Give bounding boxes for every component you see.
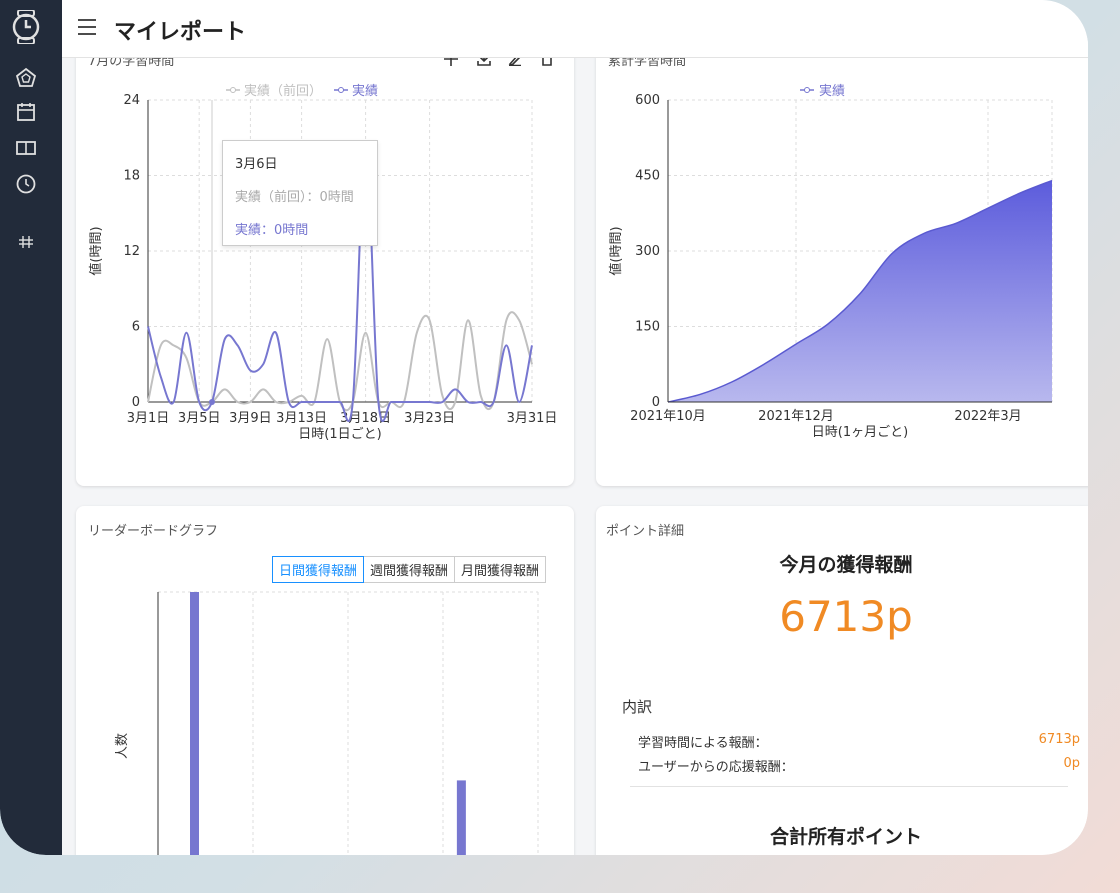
leaderboard-bar-chart: 人数 <box>115 591 539 855</box>
x-tick-label: 2021年12月 <box>758 409 834 424</box>
x-tick-label: 3月13日 <box>276 411 327 426</box>
app-bar: マイレポート <box>62 0 1088 58</box>
monthly-reward-amount: 6713p <box>779 592 913 641</box>
points-detail-card: ポイント詳細 今月の獲得報酬 6713p 内訳 学習時間による報酬： 6713p… <box>596 506 1088 855</box>
y-axis-title: 値(時間) <box>608 226 624 275</box>
monthly-line-chart: 0 6 12 18 24 3月1日 3月5日 3月9日 3月13日 3月18日 3月23日 3月31日… <box>88 83 558 442</box>
legend-label: 実績 <box>819 83 845 99</box>
y-tick-label: 300 <box>635 244 660 259</box>
x-tick-label: 3月1日 <box>127 411 170 426</box>
y-tick-label: 450 <box>635 169 660 184</box>
pentagon-icon[interactable] <box>14 66 38 90</box>
cumulative-study-card: 累計学習時間 0 150 300 450 600 2021年10月 2021年12月 2022… <box>596 38 1088 486</box>
sidebar <box>0 0 62 855</box>
breakdown-title: 内訳 <box>622 698 653 716</box>
tooltip-prev: 実績（前回）：0時間 <box>235 190 354 205</box>
leaderboard-card: リーダーボードグラフ 日間獲得報酬 週間獲得報酬 月間獲得報酬 人数 <box>76 506 574 855</box>
device-screen: マイレポート 7月の学習時間 0 6 12 18 24 3月1日 3月5日 3月9日 3月13日… <box>0 0 1088 855</box>
x-tick-label: 3月5日 <box>178 411 221 426</box>
x-tick-label: 2021年10月 <box>630 409 706 424</box>
y-tick-label: 6 <box>132 320 140 335</box>
y-tick-label: 18 <box>123 169 140 184</box>
legend-label: 実績（前回） <box>244 83 322 99</box>
y-axis-title: 値(時間) <box>88 226 104 275</box>
x-axis-title: 日時(1ヶ月ごと) <box>812 424 908 440</box>
x-tick-label: 3月9日 <box>229 411 272 426</box>
breakdown-label: ユーザーからの応援報酬： <box>638 760 794 775</box>
total-points-heading: 合計所有ポイント <box>769 826 922 848</box>
page-title: マイレポート <box>114 20 247 45</box>
breakdown-label: 学習時間による報酬： <box>638 736 768 751</box>
x-tick-label: 3月18日 <box>340 411 391 426</box>
cumulative-area-chart: 0 150 300 450 600 2021年10月 2021年12月 2022年3月日時(1… <box>608 83 1053 440</box>
breakdown-value: 6713p <box>1038 732 1080 747</box>
monthly-reward-heading: 今月の獲得報酬 <box>779 554 913 576</box>
bar <box>190 592 199 855</box>
hash-icon[interactable] <box>14 230 38 254</box>
breakdown-value: 0p <box>1063 756 1080 771</box>
main-content: マイレポート 7月の学習時間 0 6 12 18 24 3月1日 3月5日 3月9日 3月13日… <box>62 0 1088 855</box>
y-tick-label: 0 <box>652 395 660 410</box>
x-tick-label: 2022年3月 <box>954 409 1021 424</box>
x-tick-label: 3月31日 <box>507 411 558 426</box>
breakdown-row-study: 学習時間による報酬： 6713p <box>638 732 1080 751</box>
calendar-icon[interactable] <box>14 100 38 124</box>
legend-marker-dot <box>230 87 236 93</box>
legend-marker-dot <box>804 87 810 93</box>
y-tick-label: 24 <box>123 93 140 108</box>
clock-icon[interactable] <box>14 172 38 196</box>
y-tick-label: 12 <box>123 244 140 259</box>
legend-marker-dot <box>338 87 344 93</box>
bar <box>456 780 466 855</box>
breakdown-divider <box>630 786 1068 787</box>
tooltip-curr: 実績：0時間 <box>235 223 309 238</box>
y-axis-title: 人数 <box>115 733 130 759</box>
chart-tooltip: 3月6日 実績（前回）：0時間 実績：0時間 <box>222 140 378 246</box>
y-tick-label: 0 <box>132 395 140 410</box>
book-icon[interactable] <box>14 136 38 160</box>
breakdown-row-support: ユーザーからの応援報酬： 0p <box>638 756 1080 775</box>
legend-label: 実績 <box>352 83 378 99</box>
y-tick-label: 600 <box>635 93 660 108</box>
x-tick-label: 3月23日 <box>404 411 455 426</box>
monthly-study-card: 7月の学習時間 0 6 12 18 24 3月1日 3月5日 3月9日 3月13日 3月18日 3月… <box>76 38 574 486</box>
menu-icon[interactable] <box>76 16 98 38</box>
tooltip-date: 3月6日 <box>235 157 278 172</box>
watch-icon[interactable] <box>9 10 43 44</box>
y-tick-label: 150 <box>635 320 660 335</box>
hover-point <box>209 399 215 405</box>
points-card-title: ポイント詳細 <box>606 524 685 539</box>
series-area <box>668 180 1052 402</box>
x-axis-title: 日時(1日ごと) <box>298 426 381 442</box>
